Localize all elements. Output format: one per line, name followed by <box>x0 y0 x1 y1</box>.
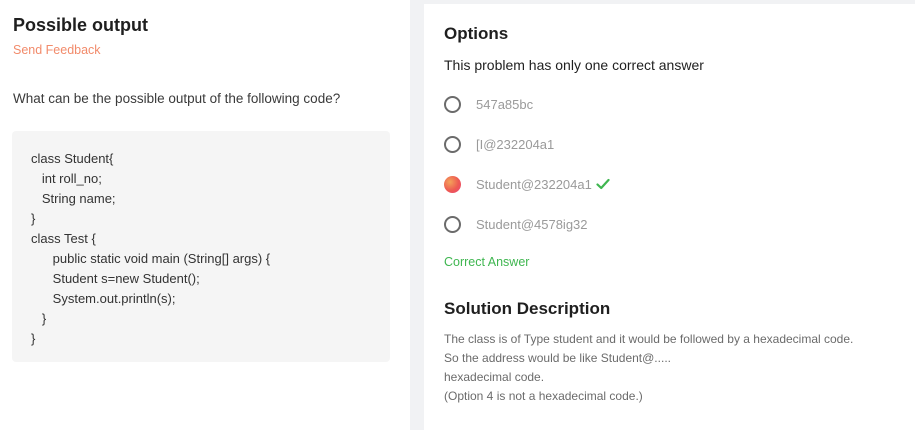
send-feedback-link[interactable]: Send Feedback <box>13 43 101 57</box>
option-label: [I@232204a1 <box>476 136 555 152</box>
options-title: Options <box>444 24 509 43</box>
solution-line: So the address would be like Student@...… <box>444 351 671 365</box>
options-subtitle: This problem has only one correct answer <box>444 57 704 73</box>
option-1[interactable]: 547a85bc <box>444 93 744 115</box>
option-label: 547a85bc <box>476 96 534 112</box>
radio-button[interactable] <box>444 215 461 233</box>
solution-line: (Option 4 is not a hexadecimal code.) <box>444 389 643 403</box>
problem-title: Possible output <box>13 15 148 35</box>
code-text: class Student{ int roll_no; String name;… <box>31 151 271 346</box>
code-block: class Student{ int roll_no; String name;… <box>12 131 390 362</box>
option-label: Student@4578ig32 <box>476 216 588 232</box>
option-4[interactable]: Student@4578ig32 <box>444 213 744 235</box>
radio-button[interactable] <box>444 135 461 153</box>
option-label: Student@232204a1 <box>476 176 592 192</box>
question-text: What can be the possible output of the f… <box>13 91 341 106</box>
options-panel: Options This problem has only one correc… <box>424 4 915 430</box>
radio-button[interactable] <box>444 95 461 113</box>
solution-line: hexadecimal code. <box>444 370 545 384</box>
solution-line: The class is of Type student and it woul… <box>444 332 854 346</box>
option-3[interactable]: Student@232204a1 <box>444 173 744 195</box>
correct-answer-label[interactable]: Correct Answer <box>444 255 529 269</box>
option-2[interactable]: [I@232204a1 <box>444 133 744 155</box>
solution-title: Solution Description <box>444 299 611 318</box>
check-icon <box>596 178 610 190</box>
radio-button-selected[interactable] <box>444 175 461 193</box>
problem-panel: Possible output Send Feedback What can b… <box>0 0 410 430</box>
solution-description: The class is of Type student and it woul… <box>444 330 904 406</box>
